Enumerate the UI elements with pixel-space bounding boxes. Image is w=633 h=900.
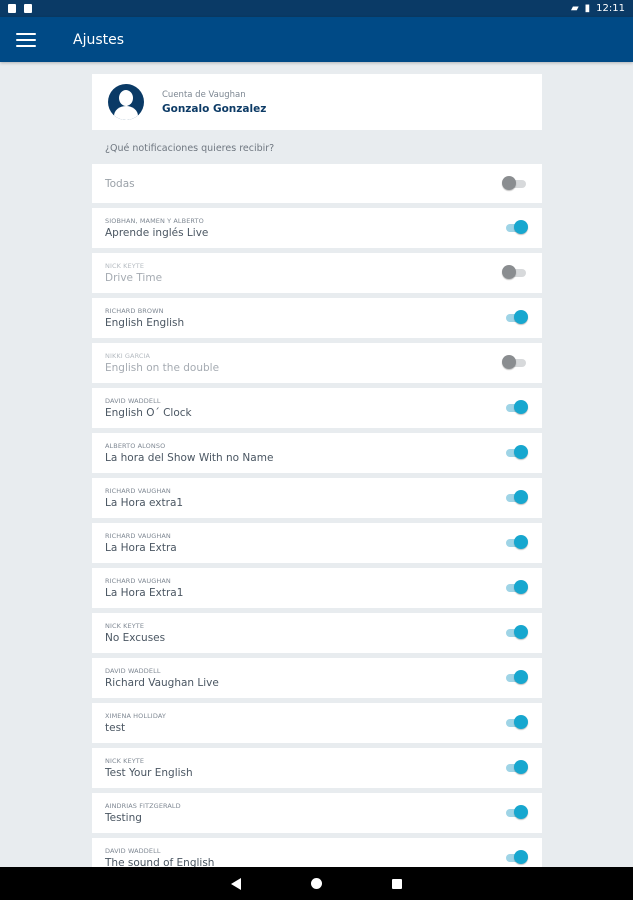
notification-row[interactable]: DAVID WADDELL English O´ Clock [92,388,542,428]
notification-title: La Hora Extra1 [105,587,184,599]
notification-toggle[interactable] [504,625,528,639]
notification-owner: NICK KEYTE [105,757,145,765]
notification-all-label: Todas [105,177,135,190]
recents-icon[interactable] [392,878,402,889]
account-card: Cuenta de Vaughan Gonzalo Gonzalez [92,74,542,130]
home-icon[interactable] [311,878,322,889]
image-icon [24,4,32,13]
notification-toggle[interactable] [504,670,528,684]
app-bar: Ajustes [0,17,633,62]
notification-row[interactable]: SIOBHAN, MAMEN Y ALBERTO Aprende inglés L… [92,208,542,248]
nav-bar [0,867,633,900]
notification-owner: RICHARD VAUGHAN [105,487,171,495]
file-icon [8,4,16,13]
notification-owner: XIMENA HOLLIDAY [105,712,166,720]
notification-toggle[interactable] [504,400,528,414]
notification-toggle[interactable] [502,265,526,279]
notification-row[interactable]: ALBERTO ALONSO La hora del Show With no N… [92,433,542,473]
notification-title: Testing [105,812,142,824]
notification-row[interactable]: XIMENA HOLLIDAY test [92,703,542,743]
notification-title: No Excuses [105,632,166,644]
notification-toggle[interactable] [504,715,528,729]
notification-owner: AINDRIAS FITZGERALD [105,802,181,810]
notification-title: Aprende inglés Live [105,227,209,239]
notification-row[interactable]: RICHARD BROWN English English [92,298,542,338]
notification-title: La Hora extra1 [105,497,184,509]
signal-icon: ▰ [570,3,579,14]
notification-toggle[interactable] [504,535,528,549]
battery-icon: ▮ [584,3,591,14]
notification-title: English O´ Clock [105,407,192,419]
menu-icon[interactable] [16,32,36,47]
notification-row[interactable]: AINDRIAS FITZGERALD Testing [92,793,542,833]
notification-owner: DAVID WADDELL [105,667,161,675]
notification-owner: NIKKI GARCIA [105,352,151,360]
notification-row[interactable]: DAVID WADDELL Richard Vaughan Live [92,658,542,698]
notification-toggle[interactable] [504,760,528,774]
notification-title: test [105,722,126,734]
notification-title: Drive Time [105,272,163,284]
back-icon[interactable] [231,877,241,890]
notification-owner: RICHARD VAUGHAN [105,532,171,540]
notification-all-row[interactable]: Todas [92,164,542,203]
notification-toggle[interactable] [504,805,528,819]
notification-owner: RICHARD BROWN [105,307,164,315]
notification-toggle[interactable] [504,445,528,459]
status-bar: ▰ ▮ 12:11 [0,0,633,17]
notification-icons [8,4,32,13]
notification-title: English on the double [105,362,220,374]
notification-row[interactable]: NICK KEYTE No Excuses [92,613,542,653]
notifications-question: ¿Qué notificaciones quieres recibir? [105,143,275,154]
notification-title: English English [105,317,185,329]
notification-owner: NICK KEYTE [105,622,145,630]
notification-owner: NICK KEYTE [105,262,145,270]
avatar [108,84,144,120]
notification-owner: SIOBHAN, MAMEN Y ALBERTO [105,217,204,225]
notification-toggle[interactable] [504,310,528,324]
notification-row[interactable]: RICHARD VAUGHAN La Hora Extra1 [92,568,542,608]
notification-owner: ALBERTO ALONSO [105,442,166,450]
notification-title: Richard Vaughan Live [105,677,219,689]
page-title: Ajustes [73,31,125,48]
notification-title: La Hora Extra [105,542,177,554]
notification-toggle[interactable] [504,490,528,504]
notification-row[interactable]: RICHARD VAUGHAN La Hora extra1 [92,478,542,518]
notification-row[interactable]: NIKKI GARCIA English on the double [92,343,542,383]
notification-row[interactable]: NICK KEYTE Test Your English [92,748,542,788]
notification-toggle[interactable] [504,580,528,594]
status-time: 12:11 [596,3,625,14]
notification-owner: DAVID WADDELL [105,397,161,405]
settings-content: Cuenta de Vaughan Gonzalo Gonzalez ¿Qué … [92,74,542,883]
notification-title: Test Your English [105,767,193,779]
account-label: Cuenta de Vaughan [162,89,246,100]
notification-toggle[interactable] [502,355,526,369]
notification-title: La hora del Show With no Name [105,452,274,464]
notification-owner: DAVID WADDELL [105,847,161,855]
account-name: Gonzalo Gonzalez [162,102,267,115]
notification-all-toggle[interactable] [502,175,526,190]
notification-toggle[interactable] [504,220,528,234]
notification-row[interactable]: RICHARD VAUGHAN La Hora Extra [92,523,542,563]
notification-owner: RICHARD VAUGHAN [105,577,171,585]
notification-row[interactable]: NICK KEYTE Drive Time [92,253,542,293]
notification-toggle[interactable] [504,850,528,864]
